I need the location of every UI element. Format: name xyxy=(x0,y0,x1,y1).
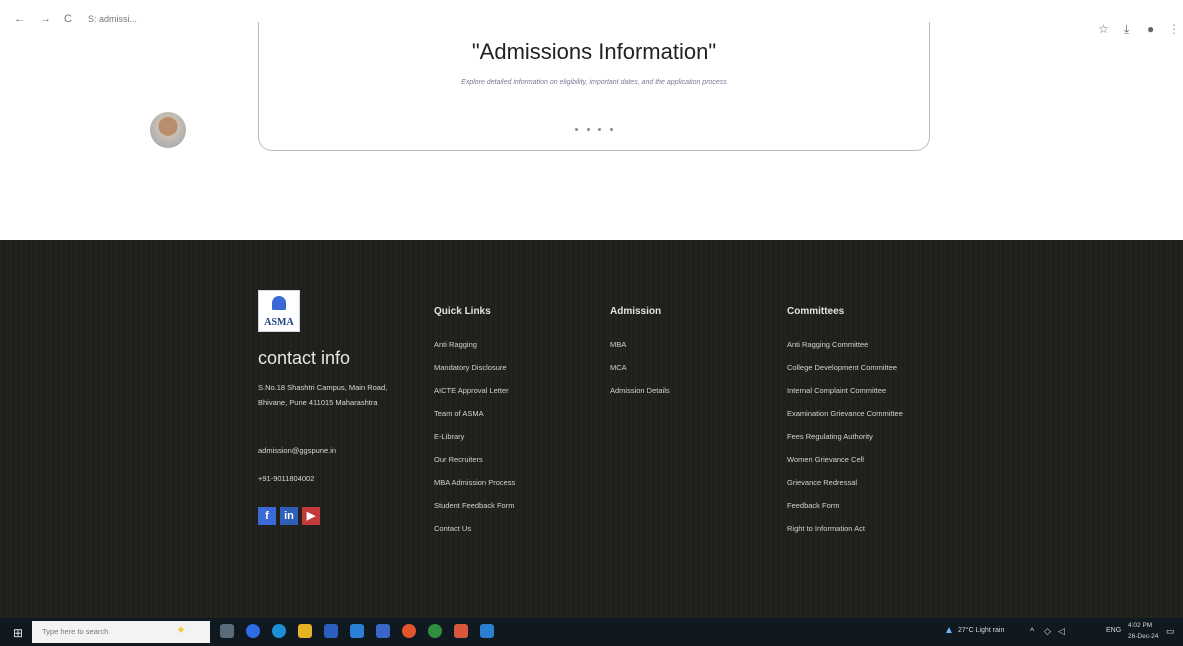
footer-link[interactable]: AICTE Approval Letter xyxy=(434,386,515,409)
footer-link[interactable]: Grievance Redressal xyxy=(787,478,903,501)
outlook-icon[interactable] xyxy=(376,624,390,638)
footer-link[interactable]: Contact Us xyxy=(434,524,515,547)
footer-link[interactable]: Examination Grievance Committee xyxy=(787,409,903,432)
quick-links-heading: Quick Links xyxy=(434,306,491,317)
quick-links-column: Quick Links Anti Ragging Mandatory Discl… xyxy=(434,306,515,547)
admission-heading: Admission xyxy=(610,306,662,317)
footer-link[interactable]: Mandatory Disclosure xyxy=(434,363,515,386)
contact-email[interactable]: admission@ggspune.in xyxy=(258,446,336,455)
footer-link[interactable]: Team of ASMA xyxy=(434,409,515,432)
avatar xyxy=(150,112,186,148)
carousel-dot[interactable] xyxy=(598,128,602,131)
carousel-dot[interactable] xyxy=(575,128,579,131)
footer-link[interactable]: Our Recruiters xyxy=(434,455,515,478)
youtube-icon[interactable]: ▶ xyxy=(302,507,320,525)
footer-link[interactable]: E-Library xyxy=(434,432,515,455)
site-footer: ASMA contact info S.No.18 Shashtri Campu… xyxy=(0,240,1183,618)
footer-link[interactable]: MBA Admission Process xyxy=(434,478,515,501)
back-button[interactable]: ← xyxy=(14,13,25,25)
star-icon[interactable]: ☆ xyxy=(1098,22,1109,36)
footer-link[interactable]: Fees Regulating Authority xyxy=(787,432,903,455)
footer-link[interactable]: Feedback Form xyxy=(787,501,903,524)
volume-icon[interactable]: ◁ xyxy=(1058,626,1065,637)
profile-icon[interactable]: ● xyxy=(1147,22,1154,36)
store-icon[interactable] xyxy=(324,624,338,638)
clock-date[interactable]: 26-Dec-24 xyxy=(1128,633,1158,640)
carousel-dots[interactable] xyxy=(259,118,929,136)
asma-logo[interactable]: ASMA xyxy=(258,290,300,332)
menu-icon[interactable]: ⋮ xyxy=(1168,22,1180,36)
forward-button[interactable]: → xyxy=(40,13,51,25)
chrome-app-icon[interactable] xyxy=(428,624,442,638)
weather-status[interactable]: 27°C Light rain xyxy=(958,627,1004,634)
facebook-icon[interactable]: f xyxy=(258,507,276,525)
carousel-dot[interactable] xyxy=(609,128,613,131)
download-icon[interactable]: ⤓ xyxy=(1124,22,1129,37)
tray-chevron-icon[interactable]: ^ xyxy=(1030,626,1034,636)
carousel-dot[interactable] xyxy=(586,128,590,131)
task-view-icon[interactable] xyxy=(220,624,234,638)
card-title: "Admissions Information" xyxy=(471,39,717,64)
footer-link[interactable]: Women Grievance Cell xyxy=(787,455,903,478)
footer-link[interactable]: Right to Information Act xyxy=(787,524,903,547)
footer-link[interactable]: Anti Ragging Committee xyxy=(787,340,903,363)
footer-link[interactable]: Admission Details xyxy=(610,386,670,409)
chrome-icon[interactable] xyxy=(246,624,260,638)
app-icon[interactable] xyxy=(454,624,468,638)
windows-taskbar: ⊞ Type here to search ✦ ▲ 27°C Light rai… xyxy=(0,618,1183,646)
card-subtitle: Explore detailed information on eligibil… xyxy=(461,79,727,86)
network-icon[interactable]: ◇ xyxy=(1044,626,1051,637)
file-explorer-icon[interactable] xyxy=(298,624,312,638)
mail-icon[interactable] xyxy=(350,624,364,638)
logo-emblem-icon xyxy=(272,296,286,310)
language-indicator[interactable]: ENG xyxy=(1106,627,1121,634)
footer-link[interactable]: College Development Committee xyxy=(787,363,903,386)
footer-link[interactable]: MCA xyxy=(610,363,670,386)
footer-link[interactable]: Internal Complaint Committee xyxy=(787,386,903,409)
word-icon[interactable] xyxy=(480,624,494,638)
committees-column: Committees Anti Ragging Committee Colleg… xyxy=(787,306,903,547)
clock-time[interactable]: 4:02 PM xyxy=(1128,622,1152,629)
social-links: f in ▶ xyxy=(258,506,324,525)
weather-icon[interactable]: ▲ xyxy=(944,625,954,636)
reload-button[interactable]: C xyxy=(64,13,72,25)
edge-icon[interactable] xyxy=(272,624,286,638)
footer-link[interactable]: Student Feedback Form xyxy=(434,501,515,524)
linkedin-icon[interactable]: in xyxy=(280,507,298,525)
firefox-icon[interactable] xyxy=(402,624,416,638)
sparkle-icon[interactable]: ✦ xyxy=(176,623,190,637)
footer-link[interactable]: MBA xyxy=(610,340,670,363)
address-bar[interactable]: S: admissi... xyxy=(88,14,137,24)
admissions-card: "Admissions Information" Explore detaile… xyxy=(258,22,930,151)
admission-column: Admission MBA MCA Admission Details xyxy=(610,306,670,409)
contact-phone[interactable]: +91-9011804002 xyxy=(258,474,314,483)
notifications-icon[interactable]: ▭ xyxy=(1166,626,1175,637)
windows-start-icon[interactable]: ⊞ xyxy=(13,626,23,640)
contact-address: S.No.18 Shashtri Campus, Main Road, Bhiv… xyxy=(258,383,388,407)
contact-info-heading: contact info xyxy=(258,348,351,368)
footer-link[interactable]: Anti Ragging xyxy=(434,340,515,363)
committees-heading: Committees xyxy=(787,306,845,317)
